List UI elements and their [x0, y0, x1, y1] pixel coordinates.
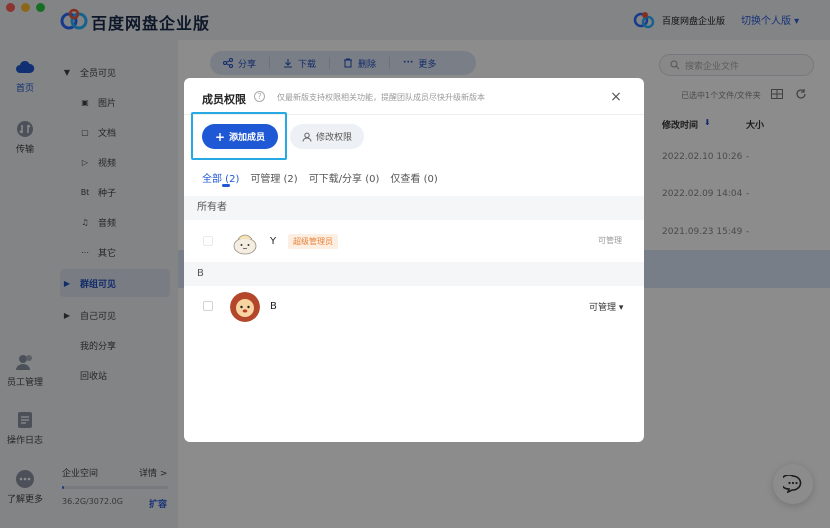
plus-icon: +: [214, 129, 226, 144]
member-permission-dialog: 成员权限 ? 仅最新版支持权限相关功能，提醒团队成员尽快升级新版本 × + 添加…: [184, 78, 644, 442]
avatar: [230, 227, 260, 257]
cartoon-avatar-icon: [230, 227, 260, 257]
member-name: B: [270, 301, 277, 312]
modify-permission-button[interactable]: 修改权限: [290, 124, 364, 149]
close-icon[interactable]: ×: [608, 89, 624, 105]
add-member-label: 添加成员: [229, 133, 266, 143]
member-role-dropdown[interactable]: 可管理 ▾: [589, 300, 623, 313]
tab-manage[interactable]: 可管理 (2): [250, 170, 297, 185]
lion-avatar-icon: [230, 292, 260, 322]
dialog-note: 仅最新版支持权限相关功能，提醒团队成员尽快升级新版本: [277, 93, 485, 102]
member-checkbox: [203, 236, 213, 246]
member-role: 可管理: [598, 236, 622, 245]
dialog-title: 成员权限: [202, 93, 246, 106]
user-icon: [302, 132, 312, 142]
help-icon[interactable]: ?: [254, 91, 265, 102]
member-name: Y: [270, 236, 277, 247]
avatar: [230, 292, 260, 322]
group-header-owner: 所有者: [184, 196, 644, 220]
member-checkbox[interactable]: [203, 301, 213, 311]
group-header-b: B: [184, 262, 644, 286]
tab-download-share[interactable]: 可下载/分享 (0): [309, 170, 380, 185]
permission-tabs: 全部 (2) 可管理 (2) 可下载/分享 (0) 仅查看 (0): [202, 170, 438, 185]
super-admin-badge: 超级管理员: [288, 234, 338, 249]
active-tab-indicator: [222, 184, 230, 187]
tab-all[interactable]: 全部 (2): [202, 170, 239, 185]
add-member-button[interactable]: + 添加成员: [202, 124, 278, 149]
modify-permission-label: 修改权限: [315, 133, 352, 143]
tab-view-only[interactable]: 仅查看 (0): [390, 170, 437, 185]
